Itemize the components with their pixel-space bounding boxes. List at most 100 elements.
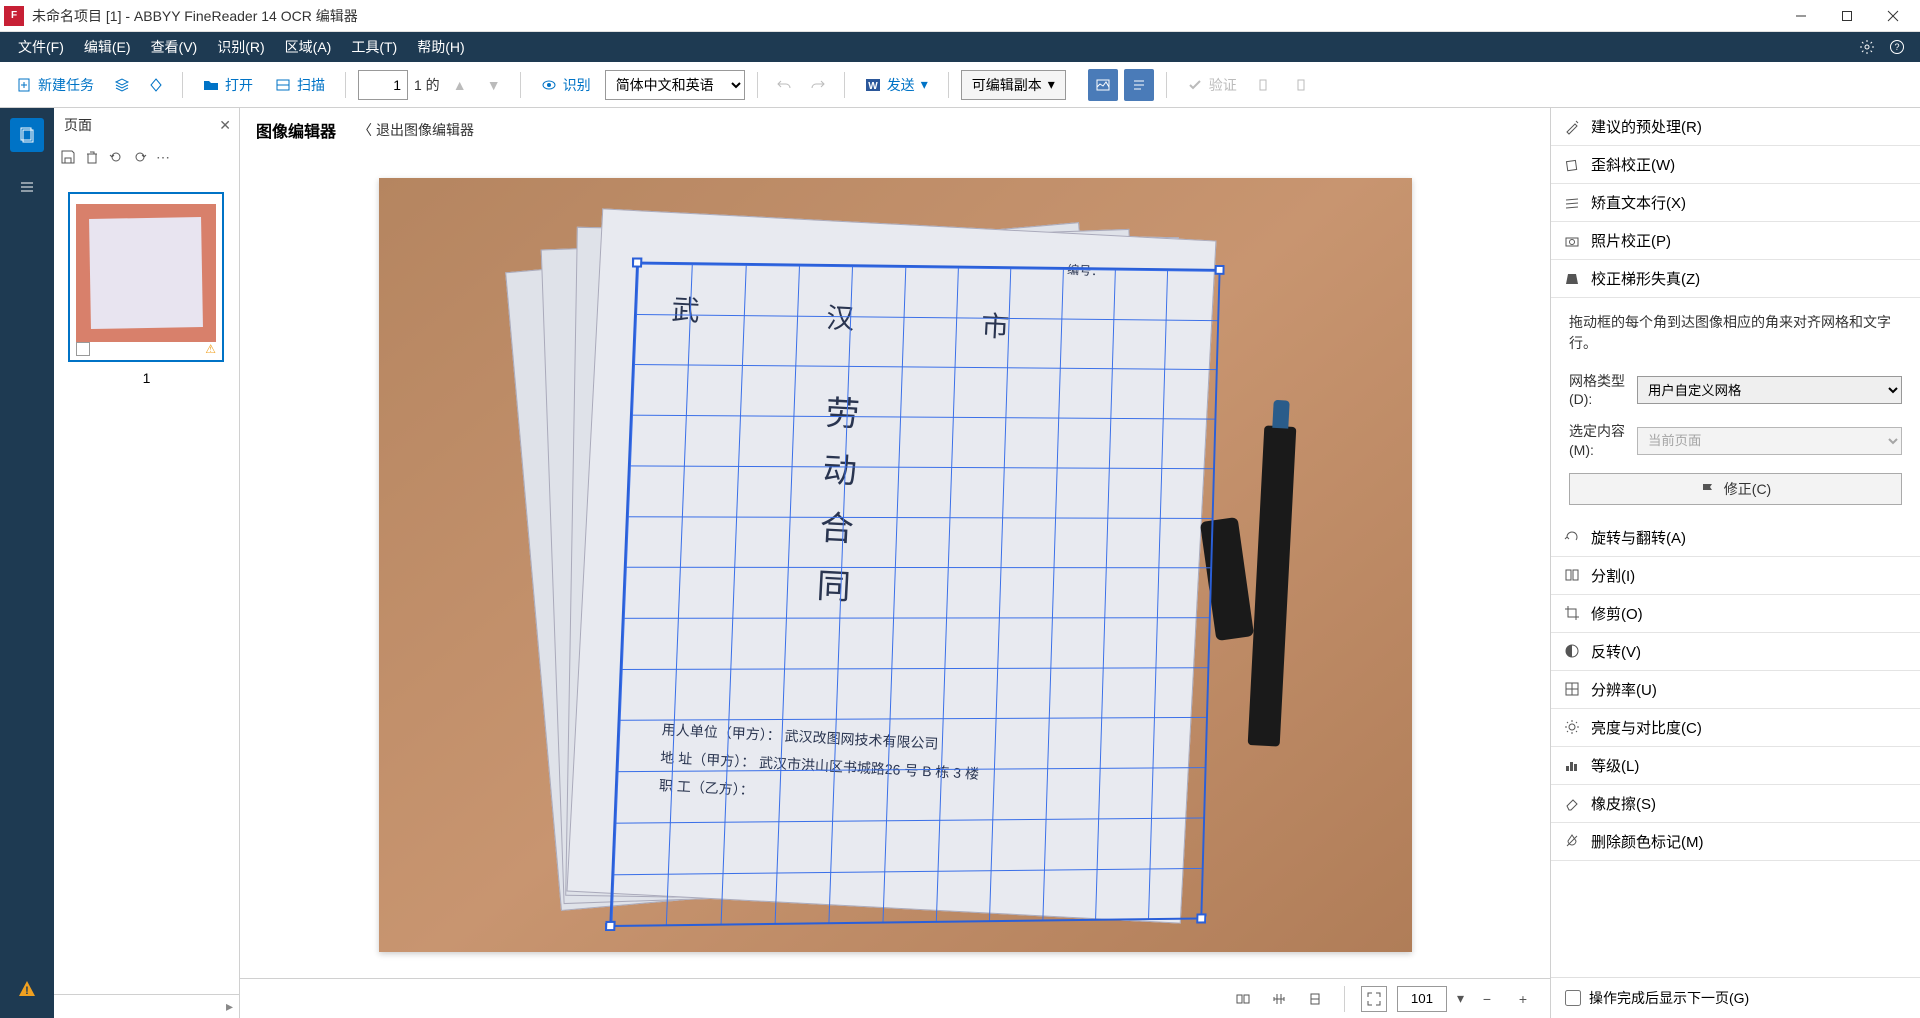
redo-button[interactable] [804,69,832,101]
menu-file[interactable]: 文件(F) [8,32,74,62]
more-icon[interactable]: ⋯ [156,149,170,166]
menu-help[interactable]: 帮助(H) [407,32,474,62]
layout-text-button[interactable] [1124,69,1154,101]
recognize-button[interactable]: 识别 [533,69,599,101]
verify-button[interactable]: 验证 [1179,69,1245,101]
show-next-checkbox[interactable] [1565,990,1581,1006]
zoom-in-button[interactable]: + [1510,986,1536,1012]
check-icon [1187,77,1203,93]
send-button[interactable]: W 发送 ▾ [857,69,936,101]
editor-canvas[interactable]: 编号： 武 汉 市 劳动 合同 用人单位（甲方）： 武汉改图网技术有限公司 地 … [379,178,1412,952]
rp-trapezoid-label: 校正梯形失真(Z) [1591,268,1700,289]
zoom-out-button[interactable]: − [1474,986,1500,1012]
grid-handle-top-right[interactable] [1215,265,1225,275]
zoom-input[interactable] [1397,986,1447,1012]
save-icon[interactable] [60,149,76,165]
grid-handle-bottom-left[interactable] [605,921,616,931]
svg-text:!: ! [25,985,29,997]
fit-width-icon[interactable] [1230,986,1256,1012]
rotate-left-icon[interactable] [108,149,124,165]
copy-type-select[interactable]: 可编辑副本 ▾ [961,70,1066,100]
diamond-icon-button[interactable] [142,69,170,101]
layout-image-button[interactable] [1088,69,1118,101]
open-button[interactable]: 打开 [195,69,261,101]
grid-type-select[interactable]: 用户自定义网格 [1637,376,1902,404]
rotate-right-icon[interactable] [132,149,148,165]
page-thumbnail[interactable]: ⚠ [68,192,224,362]
svg-text:W: W [868,81,878,92]
rp-invert[interactable]: 反转(V) [1551,633,1920,671]
folder-icon [203,77,219,93]
page-up-button[interactable]: ▲ [446,69,474,101]
grid-handle-bottom-right[interactable] [1196,913,1206,923]
split-icon [1563,566,1581,584]
page-panel-close-icon[interactable]: ✕ [219,117,231,134]
page-number-input[interactable] [358,70,408,100]
actual-size-icon[interactable] [1266,986,1292,1012]
rail-warning-button[interactable]: ! [10,972,44,1006]
image-editor: 图像编辑器 〈 退出图像编辑器 编号： 武 汉 市 劳动 合同 [240,108,1550,1018]
settings-icon[interactable] [1852,32,1882,62]
rp-split[interactable]: 分割(I) [1551,557,1920,595]
exit-editor-button[interactable]: 〈 退出图像编辑器 [358,120,474,140]
page-panel-expand-icon[interactable]: ▸ [226,998,233,1015]
rp-footer: 操作完成后显示下一页(G) [1551,977,1920,1018]
language-select[interactable]: 简体中文和英语 [605,70,745,100]
menu-tools[interactable]: 工具(T) [341,32,407,62]
rp-invert-label: 反转(V) [1591,641,1641,662]
help-icon[interactable]: ? [1882,32,1912,62]
grid-icon [1563,680,1581,698]
rp-photo[interactable]: 照片校正(P) [1551,222,1920,260]
plus-page-icon [16,77,32,93]
rp-levels[interactable]: 等级(L) [1551,747,1920,785]
window-controls [1778,0,1916,32]
stack-icon-button[interactable] [108,69,136,101]
maximize-button[interactable] [1824,0,1870,32]
rp-brightness[interactable]: 亮度与对比度(C) [1551,709,1920,747]
scan-button[interactable]: 扫描 [267,69,333,101]
prev-diff-button[interactable] [1251,69,1279,101]
next-diff-button[interactable] [1285,69,1313,101]
rp-preprocess[interactable]: 建议的预处理(R) [1551,108,1920,146]
rp-straighten[interactable]: 矫直文本行(X) [1551,184,1920,222]
fit-page-icon[interactable] [1302,986,1328,1012]
rp-split-label: 分割(I) [1591,565,1635,586]
rp-deskew[interactable]: 歪斜校正(W) [1551,146,1920,184]
undo-button[interactable] [770,69,798,101]
rail-list-button[interactable] [10,170,44,204]
zoom-dropdown-icon[interactable]: ▾ [1457,990,1464,1007]
thumbnail-checkbox[interactable] [76,342,90,356]
page-down-button[interactable]: ▼ [480,69,508,101]
perspective-grid[interactable] [610,262,1221,927]
minimize-button[interactable] [1778,0,1824,32]
grid-handle-top-left[interactable] [632,258,643,268]
rp-rotate[interactable]: 旋转与翻转(A) [1551,519,1920,557]
fit-screen-icon[interactable] [1361,986,1387,1012]
fix-label: 修正(C) [1724,479,1771,499]
rp-eraser[interactable]: 橡皮擦(S) [1551,785,1920,823]
rp-resolution[interactable]: 分辨率(U) [1551,671,1920,709]
close-button[interactable] [1870,0,1916,32]
rp-trapezoid[interactable]: 校正梯形失真(Z) [1551,260,1920,298]
editor-header: 图像编辑器 〈 退出图像编辑器 [240,108,1550,152]
lines-icon [1563,194,1581,212]
menu-edit[interactable]: 编辑(E) [74,32,141,62]
fix-button[interactable]: 修正(C) [1569,473,1902,505]
rp-photo-label: 照片校正(P) [1591,230,1671,251]
menu-area[interactable]: 区域(A) [275,32,342,62]
rp-crop[interactable]: 修剪(O) [1551,595,1920,633]
crop-icon [1563,604,1581,622]
menubar: 文件(F) 编辑(E) 查看(V) 识别(R) 区域(A) 工具(T) 帮助(H… [0,32,1920,62]
new-task-button[interactable]: 新建任务 [8,69,102,101]
menu-view[interactable]: 查看(V) [141,32,208,62]
rail-pages-button[interactable] [10,118,44,152]
left-rail: ! [0,108,54,1018]
delete-icon[interactable] [84,149,100,165]
menu-recognize[interactable]: 识别(R) [207,32,274,62]
rp-deskew-label: 歪斜校正(W) [1591,154,1675,175]
verify-label: 验证 [1209,75,1237,95]
rp-removecolor[interactable]: 删除颜色标记(M) [1551,823,1920,861]
rp-resolution-label: 分辨率(U) [1591,679,1657,700]
rp-trapezoid-body: 拖动框的每个角到达图像相应的角来对齐网格和文字行。 网格类型(D): 用户自定义… [1551,298,1920,519]
histogram-icon [1563,756,1581,774]
